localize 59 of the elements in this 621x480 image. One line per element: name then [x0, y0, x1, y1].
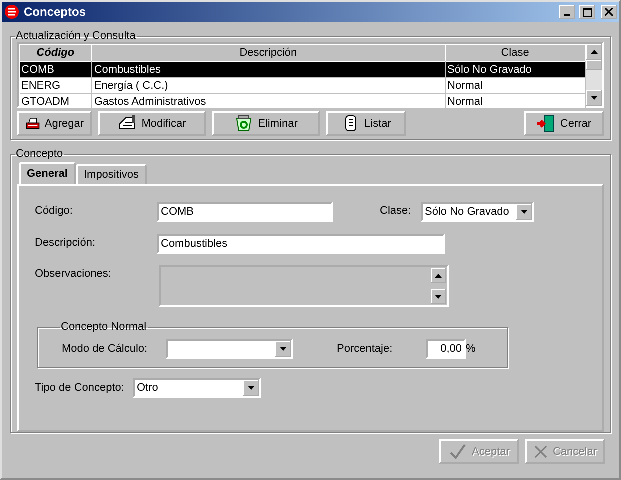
toolbar-button[interactable]: Agregar — [17, 111, 92, 136]
group-label: Actualización y Consulta — [15, 30, 137, 42]
field-label: Tipo de Concepto: — [35, 382, 126, 394]
group-label: Concepto Normal — [60, 321, 148, 333]
scroll-up-button[interactable] — [586, 44, 602, 60]
group-label: Concepto — [15, 148, 64, 160]
app-icon — [4, 4, 20, 20]
down-arrow-icon — [590, 96, 598, 100]
up-arrow-icon — [435, 274, 442, 278]
table-cell: Gastos Administrativos — [92, 94, 446, 110]
down-arrow-icon — [520, 210, 528, 214]
field-label: Modo de Cálculo: — [62, 343, 149, 355]
scrollbar-thumb[interactable] — [586, 60, 602, 70]
scroll-down-button[interactable] — [586, 90, 602, 106]
window-title: Conceptos — [24, 5, 88, 19]
field-label: Código: — [35, 204, 74, 217]
tab[interactable]: General — [19, 162, 76, 184]
table-cell: Energía ( C.C.) — [92, 78, 446, 94]
toolbar-button[interactable]: Listar — [326, 111, 406, 136]
table-cell: GTOADM — [20, 94, 92, 110]
maximize-button[interactable] — [579, 5, 595, 19]
table-cell: Normal — [445, 78, 586, 94]
down-arrow-icon — [435, 294, 442, 298]
table-cell: Normal — [445, 94, 586, 110]
scrollbar[interactable] — [586, 44, 602, 106]
column-header[interactable]: Descripción — [92, 44, 446, 62]
up-arrow-icon — [590, 50, 598, 54]
description-field[interactable]: Combustibles — [157, 234, 445, 254]
close-form-button[interactable]: Cerrar — [524, 111, 604, 136]
table-row[interactable]: ENERG Energía ( C.C.) Normal — [20, 78, 586, 94]
close-icon — [605, 8, 613, 16]
class-dropdown[interactable]: Sólo No Gravado — [421, 202, 534, 222]
field-label: Descripción: — [35, 236, 97, 249]
column-header[interactable]: Código — [20, 44, 92, 62]
minimize-button[interactable] — [559, 5, 575, 19]
table-cell: Sólo No Gravado — [445, 62, 586, 78]
table-row[interactable]: GTOADM Gastos Administrativos Normal — [20, 94, 586, 110]
code-field[interactable]: COMB — [157, 202, 333, 222]
close-button[interactable] — [601, 5, 617, 19]
down-arrow-icon — [248, 386, 254, 390]
field-label: Observaciones: — [35, 267, 112, 280]
field-label: Porcentaje: — [337, 343, 394, 355]
concept-type-dropdown[interactable]: Otro — [133, 378, 261, 398]
table-cell: ENERG — [20, 78, 92, 94]
table-cell: COMB — [20, 62, 92, 78]
trash-can-icon — [234, 114, 254, 134]
field-label: Clase: — [380, 204, 412, 217]
toolbar-button[interactable]: Modificar — [98, 111, 206, 136]
percentage-field[interactable]: 0,00 — [426, 339, 466, 359]
down-arrow-icon — [280, 347, 286, 351]
maximize-icon — [582, 8, 592, 16]
unit-label: % — [466, 343, 476, 355]
table-cell: Combustibles — [92, 62, 446, 78]
column-header[interactable]: Clase — [445, 44, 586, 62]
toolbar-button[interactable]: Eliminar — [212, 111, 320, 136]
door-icon — [536, 114, 556, 134]
tab[interactable]: Impositivos — [76, 164, 147, 184]
table-row[interactable]: COMB Combustibles Sólo No Gravado — [20, 62, 586, 78]
check-icon — [448, 442, 468, 462]
